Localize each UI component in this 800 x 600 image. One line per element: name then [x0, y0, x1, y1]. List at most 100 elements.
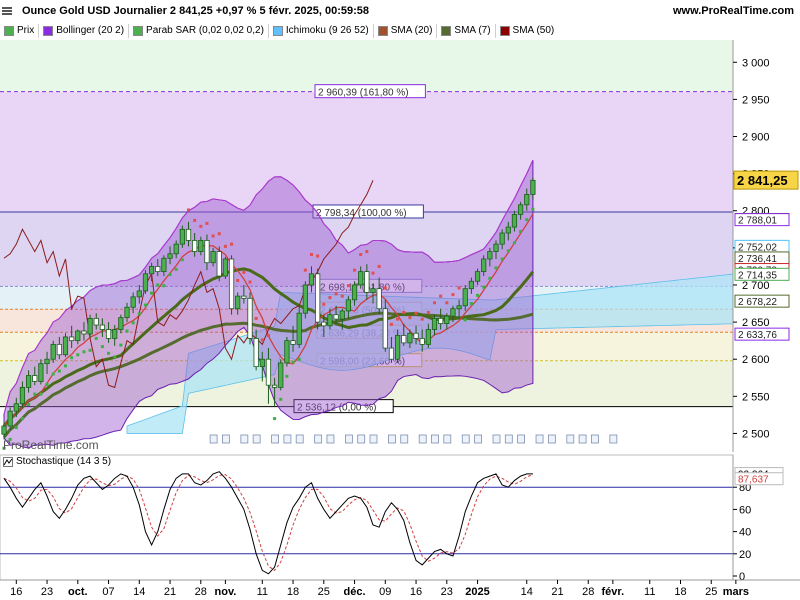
- x-tick-label: 23: [41, 586, 53, 598]
- sar-dot: [297, 357, 301, 361]
- legend-swatch: [43, 25, 54, 36]
- fib-label-box: [312, 204, 424, 219]
- legend-item[interactable]: SMA (20): [377, 23, 438, 38]
- sar-dot: [45, 382, 49, 386]
- candle: [179, 228, 185, 245]
- sar-dot: [242, 270, 246, 274]
- value-tag: [734, 251, 790, 265]
- candle: [161, 257, 167, 273]
- sar-dot: [414, 311, 418, 315]
- fib-label: 2 536,12 (0,00 %): [297, 403, 377, 414]
- price-tick-label: 2 900: [742, 132, 770, 144]
- chart-header: Ounce Gold USD Journalier 2 841,25 +0,97…: [0, 0, 800, 22]
- fib-label: 2 960,39 (161,80 %): [318, 88, 409, 99]
- sar-dot: [88, 348, 92, 352]
- price-tick-label: 2 650: [742, 317, 770, 329]
- candle: [394, 335, 401, 360]
- x-tick-label: oct.: [68, 586, 88, 598]
- legend-item[interactable]: Bollinger (20 2): [43, 23, 130, 38]
- sar-dot: [205, 221, 209, 225]
- candle: [499, 232, 505, 245]
- event-marker: [326, 434, 335, 444]
- sar-dot: [236, 279, 240, 283]
- sar-dot: [310, 253, 313, 257]
- stoch-tick-label: 80: [739, 482, 751, 494]
- candle: [524, 194, 530, 206]
- sar-dot: [346, 284, 350, 288]
- legend-label: Prix: [17, 25, 35, 36]
- price-tick-label: 2 550: [742, 391, 770, 403]
- sar-dot: [433, 301, 436, 305]
- stoch-axis-bg: [733, 455, 800, 580]
- stochastic-icon: [3, 456, 13, 467]
- candle: [450, 308, 456, 317]
- sar-dot: [377, 264, 381, 268]
- sar-dot: [156, 283, 160, 287]
- fib-label-box: [316, 353, 423, 368]
- legend-item[interactable]: Prix: [4, 23, 40, 38]
- candle: [247, 297, 253, 339]
- price-tick-label: 2 950: [742, 94, 770, 106]
- brand-link[interactable]: www.ProRealTime.com: [673, 5, 794, 17]
- x-tick-label: 28: [195, 586, 207, 598]
- sar-dot: [168, 273, 172, 277]
- sar-dot: [353, 268, 357, 272]
- candle: [351, 284, 358, 301]
- bollinger-upper: [3, 159, 534, 415]
- value-tag: [734, 267, 790, 281]
- legend-item[interactable]: SMA (7): [441, 23, 496, 38]
- candle: [241, 295, 247, 299]
- event-marker: [418, 434, 427, 444]
- price-tick-label: 2 700: [742, 280, 770, 292]
- sar-dot: [408, 316, 412, 320]
- sma-7-line: [3, 213, 534, 427]
- sar-dot: [531, 207, 535, 211]
- price-chart[interactable]: 2 960,39 (161,80 %) 2 798,34 (100,00 %) 2 …: [0, 0, 800, 600]
- sar-dot: [143, 303, 147, 307]
- sar-dot: [260, 338, 264, 342]
- legend-swatch: [4, 25, 14, 36]
- sar-dot: [131, 321, 135, 325]
- price-tick-label: 2 750: [742, 243, 770, 255]
- sar-dot: [223, 244, 227, 248]
- event-marker: [357, 434, 366, 444]
- candle: [253, 338, 259, 368]
- menu-icon[interactable]: [1, 5, 13, 17]
- fib-label: 2 698,17 (61,80 %): [320, 282, 405, 293]
- sar-dot: [439, 294, 443, 298]
- x-tick-label: 14: [133, 586, 145, 598]
- event-marker: [517, 434, 525, 444]
- sar-dot: [94, 336, 98, 340]
- event-marker: [240, 434, 249, 444]
- candle: [511, 214, 518, 228]
- value-tag: [734, 327, 790, 341]
- candle: [99, 324, 105, 330]
- sar-dot: [482, 285, 486, 289]
- x-tick-label: 2025: [465, 586, 489, 598]
- candle: [235, 295, 241, 310]
- x-tick-label: nov.: [215, 586, 237, 598]
- sar-dot: [463, 318, 467, 322]
- current-price-box: [733, 170, 799, 190]
- x-tick-label: 23: [441, 586, 453, 598]
- sar-dot: [174, 267, 178, 271]
- sar-dot: [193, 218, 197, 222]
- stochastic-label: Stochastique (14 3 5): [3, 456, 111, 467]
- stoch-value-label: 87,637: [738, 475, 769, 486]
- candle: [228, 258, 235, 310]
- legend-item[interactable]: Parab SAR (0,02 0,02 0,2): [133, 23, 269, 38]
- fib-label-box: [316, 324, 423, 339]
- candle: [308, 273, 315, 286]
- event-marker: [271, 434, 280, 444]
- sar-dot: [525, 218, 529, 222]
- value-tag-label: 2 714,35: [738, 270, 777, 281]
- candle: [192, 240, 198, 252]
- legend-item[interactable]: SMA (50): [499, 24, 559, 38]
- sma-50-line: [2, 311, 534, 439]
- candle: [142, 273, 149, 292]
- candle: [474, 271, 481, 282]
- candle: [456, 305, 462, 310]
- legend-item[interactable]: Ichimoku (9 26 52): [272, 23, 374, 38]
- candle: [302, 284, 308, 314]
- fib-label-box: [293, 399, 394, 414]
